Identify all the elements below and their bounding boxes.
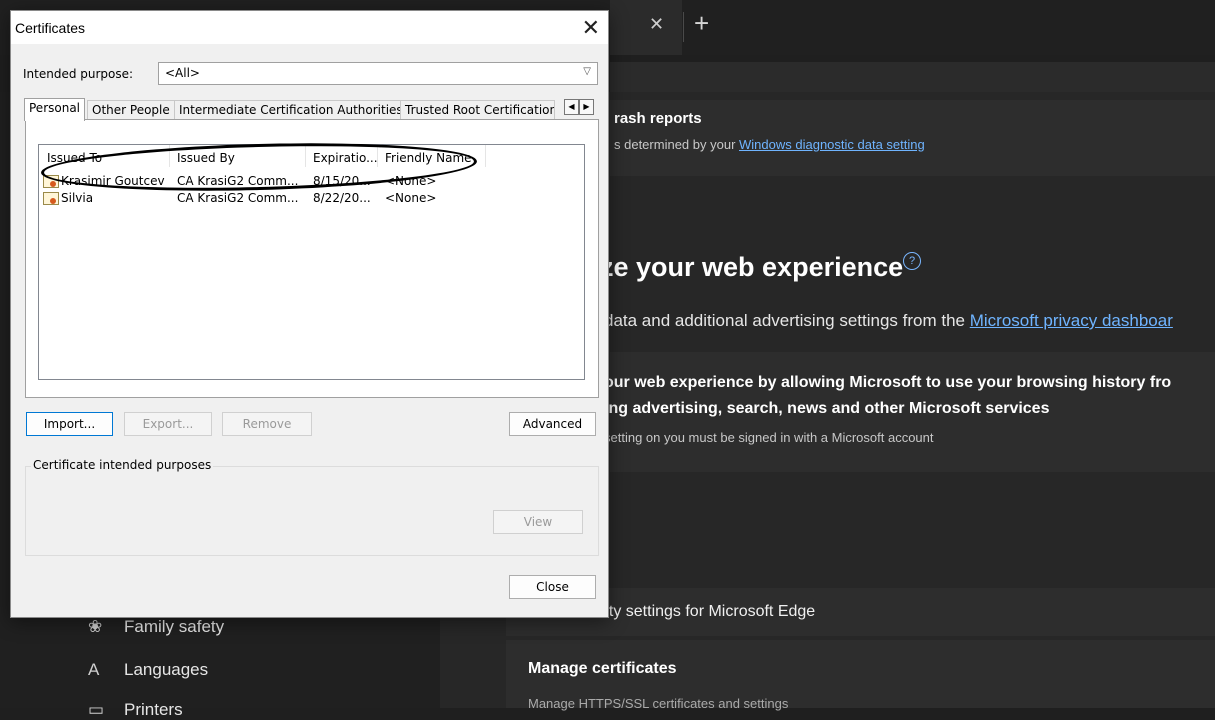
address-bar[interactable] xyxy=(610,62,1215,92)
chevron-down-icon: ▽ xyxy=(583,66,591,77)
languages-icon: A xyxy=(88,660,100,679)
cell-issued-by: CA KrasiG2 Comm... xyxy=(177,174,299,188)
crash-reports-subtitle: s determined by your Windows diagnostic … xyxy=(614,137,925,152)
security-settings-text: rity settings for Microsoft Edge xyxy=(600,603,816,620)
column-divider xyxy=(377,145,378,167)
help-icon[interactable]: ? xyxy=(903,252,921,270)
new-tab-icon[interactable]: + xyxy=(694,8,709,39)
cell-issued-to: Krasimir Goutcev xyxy=(61,174,165,188)
privacy-dashboard-link[interactable]: Microsoft privacy dashboar xyxy=(970,311,1173,330)
import-button[interactable]: Import... xyxy=(26,412,113,436)
col-issued-to[interactable]: Issued To xyxy=(47,151,102,165)
cell-expiration: 8/15/20... xyxy=(313,174,371,188)
tab-personal[interactable]: Personal xyxy=(24,98,86,121)
tab-other-people[interactable]: Other People xyxy=(87,100,175,120)
privacy-dashboard-text: data and additional advertising settings… xyxy=(604,311,1173,331)
improve-subtitle: setting on you must be signed in with a … xyxy=(604,430,934,445)
sidebar-item-languages[interactable]: A Languages xyxy=(88,660,208,680)
manage-certificates-subtitle: Manage HTTPS/SSL certificates and settin… xyxy=(528,696,789,711)
column-divider xyxy=(169,145,170,167)
dialog-titlebar[interactable]: Certificates ✕ xyxy=(11,11,608,44)
column-divider xyxy=(485,145,486,167)
intended-purpose-select[interactable]: <All> ▽ xyxy=(158,62,598,85)
col-expiration[interactable]: Expiratio... xyxy=(313,151,378,165)
view-button[interactable]: View xyxy=(493,510,583,534)
cell-issued-by: CA KrasiG2 Comm... xyxy=(177,191,299,205)
dialog-title: Certificates xyxy=(15,20,86,36)
family-icon: ❀ xyxy=(88,617,103,636)
table-row[interactable]: Silvia CA KrasiG2 Comm... 8/22/20... <No… xyxy=(39,190,584,206)
close-button[interactable]: Close xyxy=(509,575,596,599)
col-friendly-name[interactable]: Friendly Name xyxy=(385,151,472,165)
intended-purpose-label: Intended purpose: xyxy=(23,67,134,81)
cell-friendly-name: <None> xyxy=(385,191,437,205)
intended-purpose-value: <All> xyxy=(165,66,200,80)
personalize-heading: ze your web experience xyxy=(600,252,904,282)
crash-sub-text: s determined by your xyxy=(614,137,740,152)
list-header: Issued To Issued By Expiratio... Friendl… xyxy=(39,145,584,167)
manage-certificates-title: Manage certificates xyxy=(528,660,677,677)
export-button[interactable]: Export... xyxy=(124,412,212,436)
tab-close-icon[interactable]: ✕ xyxy=(649,14,664,35)
table-row[interactable]: Krasimir Goutcev CA KrasiG2 Comm... 8/15… xyxy=(39,173,584,189)
certificate-list[interactable]: Issued To Issued By Expiratio... Friendl… xyxy=(38,144,585,380)
tab-divider xyxy=(683,12,684,42)
tab-trusted-root[interactable]: Trusted Root Certification xyxy=(400,100,555,120)
intended-purposes-label: Certificate intended purposes xyxy=(31,458,214,472)
col-issued-by[interactable]: Issued By xyxy=(177,151,235,165)
cell-issued-to: Silvia xyxy=(61,191,94,205)
close-icon[interactable]: ✕ xyxy=(582,15,600,41)
remove-button[interactable]: Remove xyxy=(222,412,312,436)
sidebar-item-family-safety[interactable]: ❀ Family safety xyxy=(88,617,224,637)
cell-expiration: 8/22/20... xyxy=(313,191,371,205)
sidebar-item-label: Family safety xyxy=(124,617,225,636)
printer-icon: ▭ xyxy=(88,700,105,719)
dashboard-text: data and additional advertising settings… xyxy=(604,311,970,330)
sidebar-item-label: Printers xyxy=(124,700,183,719)
sidebar-item-label: Languages xyxy=(124,660,209,679)
cell-friendly-name: <None> xyxy=(385,174,437,188)
improve-line-1: our web experience by allowing Microsoft… xyxy=(604,374,1172,391)
column-divider xyxy=(305,145,306,167)
sidebar-item-printers[interactable]: ▭ Printers xyxy=(88,700,183,720)
diagnostic-data-link[interactable]: Windows diagnostic data setting xyxy=(739,137,925,152)
certificate-icon xyxy=(43,192,59,205)
improve-line-2: ing advertising, search, news and other … xyxy=(604,400,1050,417)
tab-scroll-right-icon[interactable]: ▶ xyxy=(579,99,594,115)
advanced-button[interactable]: Advanced xyxy=(509,412,596,436)
crash-reports-title: rash reports xyxy=(614,110,702,127)
browser-tab[interactable] xyxy=(610,0,682,55)
tab-intermediate-ca[interactable]: Intermediate Certification Authorities xyxy=(174,100,408,120)
certificates-dialog: Certificates ✕ Intended purpose: <All> ▽… xyxy=(10,10,609,618)
personal-tab-panel: Issued To Issued By Expiratio... Friendl… xyxy=(25,119,599,398)
tab-scroll-left-icon[interactable]: ◀ xyxy=(564,99,579,115)
certificate-icon xyxy=(43,175,59,188)
